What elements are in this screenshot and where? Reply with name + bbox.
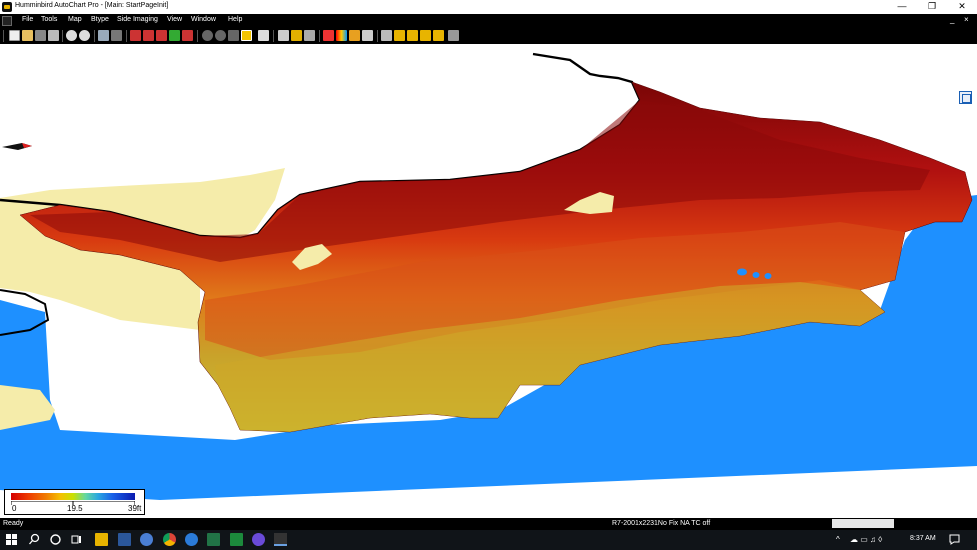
map-3d-view[interactable] (0, 44, 977, 518)
zoom-in-icon[interactable] (66, 30, 77, 41)
humminbird-app-icon[interactable] (2, 2, 12, 12)
house-icon[interactable] (394, 30, 405, 41)
app-green-icon[interactable] (230, 533, 243, 546)
chart-icon[interactable] (111, 30, 122, 41)
toolbar-separator (62, 30, 63, 42)
print-icon[interactable] (48, 30, 59, 41)
toolbar-separator (273, 30, 274, 42)
notification-icon[interactable] (948, 533, 961, 546)
windows-taskbar: ^ ☁ ▭ ♫ ◊ 8:37 AM (0, 530, 977, 550)
camera-icon[interactable] (407, 30, 418, 41)
export-icon[interactable] (156, 30, 167, 41)
open-icon[interactable] (22, 30, 33, 41)
app-circle-icon[interactable] (185, 533, 198, 546)
status-progress-box (832, 519, 894, 528)
status-ready-text: Ready (3, 520, 24, 527)
save-icon[interactable] (35, 30, 46, 41)
shield-icon[interactable] (291, 30, 302, 41)
lake-3d-render[interactable] (0, 44, 977, 518)
minimize-button[interactable]: — (887, 0, 917, 14)
task-view-icon[interactable] (70, 533, 83, 546)
toolbar-separator (319, 30, 320, 42)
cortana-icon[interactable] (49, 533, 62, 546)
word-icon[interactable] (118, 533, 131, 546)
pen-icon[interactable] (448, 30, 459, 41)
water-spot (752, 272, 760, 278)
grid-icon[interactable] (381, 30, 392, 41)
menu-view[interactable]: View (167, 16, 182, 23)
toolbar-grip (3, 30, 4, 42)
page-icon[interactable] (258, 30, 269, 41)
legend-min-label: 0 (12, 504, 17, 513)
menu-bar: File Tools Map Btype Side Imaging View W… (0, 14, 977, 28)
boat-icon[interactable] (304, 30, 315, 41)
water-spot (764, 273, 772, 279)
file-explorer-icon[interactable] (95, 533, 108, 546)
restore-button[interactable]: ❐ (917, 0, 947, 14)
menu-tools[interactable]: Tools (41, 16, 57, 23)
new-icon[interactable] (9, 30, 20, 41)
mdi-system-icon[interactable] (2, 16, 12, 26)
humminbird-taskbar-icon[interactable] (274, 533, 287, 546)
app-j-icon[interactable] (252, 533, 265, 546)
legend-mid-label: 19.5 (67, 504, 83, 513)
toolbar (0, 28, 977, 44)
square-tool-icon[interactable] (228, 30, 239, 41)
chrome-icon[interactable] (163, 533, 176, 546)
search-icon[interactable] (28, 533, 41, 546)
tray-chevron-icon[interactable]: ^ (836, 535, 840, 544)
window-title: Humminbird AutoChart Pro - [Main: StartP… (15, 2, 169, 9)
export-right-icon[interactable] (169, 30, 180, 41)
toolbar-separator (126, 30, 127, 42)
water-spot (737, 268, 747, 276)
palette-icon[interactable] (336, 30, 347, 41)
menu-window[interactable]: Window (191, 16, 216, 23)
toolbar-separator (197, 30, 198, 42)
menu-map[interactable]: Map (68, 16, 82, 23)
fit-icon[interactable] (98, 30, 109, 41)
depth-color-scale (11, 493, 135, 500)
waypoint-icon[interactable] (323, 30, 334, 41)
3d-cube-icon[interactable] (241, 30, 252, 41)
import-left-icon[interactable] (130, 30, 141, 41)
menu-help[interactable]: Help (228, 16, 242, 23)
circle-tool-2-icon[interactable] (215, 30, 226, 41)
windows-start-icon[interactable] (5, 533, 18, 546)
mdi-close-button[interactable]: × (964, 15, 969, 24)
zoom-out-icon[interactable] (79, 30, 90, 41)
status-info-text: R7-2001x2231No Fix NA TC off (612, 520, 711, 527)
toolbar-separator (377, 30, 378, 42)
upload-icon[interactable] (182, 30, 193, 41)
route-icon[interactable] (278, 30, 289, 41)
contour-icon[interactable] (349, 30, 360, 41)
toolbar-separator (94, 30, 95, 42)
mdi-minimize-button[interactable]: _ (950, 15, 954, 24)
layer-icon[interactable] (362, 30, 373, 41)
app-blue-icon[interactable] (140, 533, 153, 546)
menu-side-imaging[interactable]: Side Imaging (117, 16, 158, 23)
close-button[interactable]: ✕ (947, 0, 977, 14)
excel-icon[interactable] (207, 533, 220, 546)
menu-file[interactable]: File (22, 16, 33, 23)
title-bar: Humminbird AutoChart Pro - [Main: StartP… (0, 0, 977, 14)
status-bar: Ready R7-2001x2231No Fix NA TC off (0, 518, 977, 530)
import-icon[interactable] (143, 30, 154, 41)
circle-tool-icon[interactable] (202, 30, 213, 41)
menu-btype[interactable]: Btype (91, 16, 109, 23)
view-reset-icon[interactable] (959, 91, 972, 104)
signal-icon[interactable] (433, 30, 444, 41)
fish-icon[interactable] (420, 30, 431, 41)
legend-max-label: 39ft (128, 504, 142, 513)
tray-icons[interactable]: ☁ ▭ ♫ ◊ (850, 535, 882, 544)
taskbar-clock[interactable]: 8:37 AM (910, 535, 936, 542)
depth-legend: 0 19.5 39ft (4, 489, 145, 515)
